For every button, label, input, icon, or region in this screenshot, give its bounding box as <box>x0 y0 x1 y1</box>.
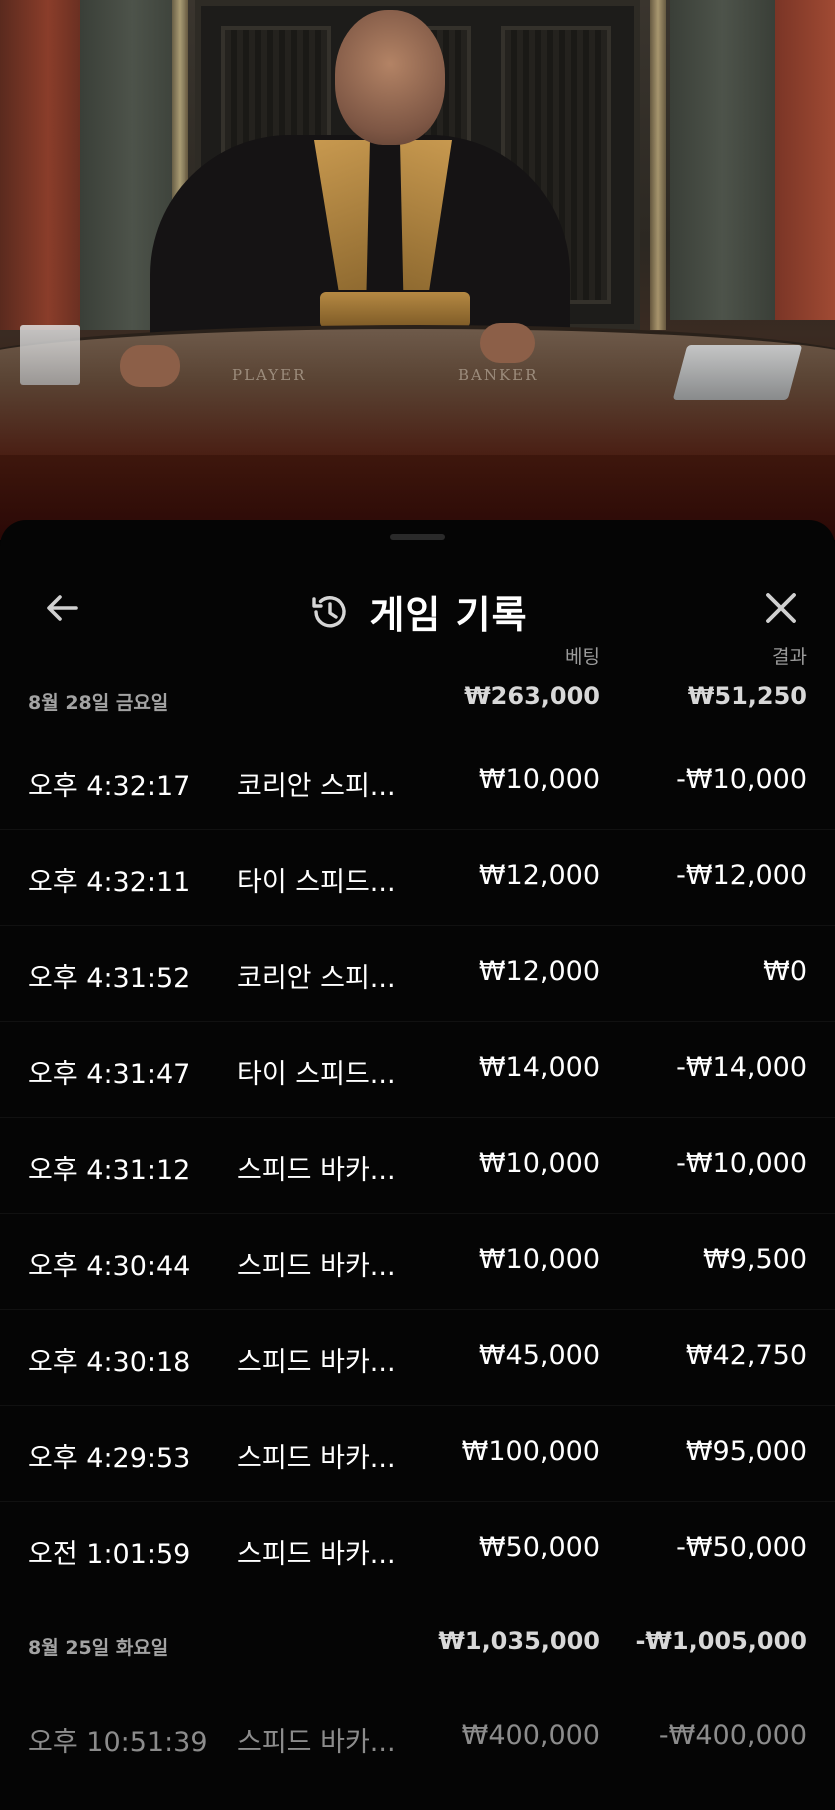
total-bet: ₩1,035,000 <box>438 1627 600 1655</box>
panel-right <box>670 0 775 320</box>
row-result: -₩10,000 <box>676 764 807 795</box>
live-video-feed: PLAYER BANKER <box>0 0 835 540</box>
history-row[interactable]: 오후 4:32:11 타이 스피드... ₩12,000 -₩12,000 <box>0 830 835 926</box>
row-time: 오전 1:01:59 <box>28 1539 191 1570</box>
pillar-right <box>650 0 666 330</box>
row-game: 코리안 스피... <box>237 963 396 994</box>
row-result: -₩12,000 <box>676 860 807 891</box>
row-result: -₩14,000 <box>676 1052 807 1083</box>
table-label-player: PLAYER <box>232 366 307 384</box>
total-result: ₩51,250 <box>687 682 807 710</box>
row-game: 스피드 바카... <box>237 1539 396 1570</box>
row-result: ₩42,750 <box>685 1340 807 1371</box>
wall-left <box>0 0 80 330</box>
sheet-grabber[interactable] <box>390 534 445 540</box>
wall-right <box>775 0 835 320</box>
row-time: 오후 4:32:11 <box>28 867 191 898</box>
row-result: ₩9,500 <box>703 1244 807 1275</box>
dealer-belt <box>320 292 470 328</box>
column-header-result: 결과 <box>772 646 807 668</box>
history-row[interactable]: 오후 4:30:44 스피드 바카... ₩10,000 ₩9,500 <box>0 1214 835 1310</box>
row-bet: ₩100,000 <box>461 1436 600 1467</box>
row-bet: ₩10,000 <box>478 764 600 795</box>
row-time: 오후 4:30:18 <box>28 1347 191 1378</box>
history-row[interactable]: 오후 4:32:17 코리안 스피... ₩10,000 -₩10,000 <box>0 734 835 830</box>
column-header-bet: 베팅 <box>565 646 600 668</box>
close-icon <box>766 593 796 623</box>
row-time: 오후 4:31:12 <box>28 1155 191 1186</box>
row-bet: ₩14,000 <box>478 1052 600 1083</box>
history-row[interactable]: 오후 4:31:12 스피드 바카... ₩10,000 -₩10,000 <box>0 1118 835 1214</box>
dealer-hand-right <box>480 323 535 363</box>
history-row[interactable]: 오후 4:30:18 스피드 바카... ₩45,000 ₩42,750 <box>0 1310 835 1406</box>
total-bet: ₩263,000 <box>464 682 600 710</box>
row-bet: ₩10,000 <box>478 1244 600 1275</box>
row-time: 오후 4:31:52 <box>28 963 191 994</box>
history-row[interactable]: 오후 4:31:52 코리안 스피... ₩12,000 ₩0 <box>0 926 835 1022</box>
sheet-title-group: 게임 기록 <box>0 584 835 639</box>
history-row[interactable]: 오후 10:51:39 스피드 바카... ₩400,000 -₩400,000 <box>0 1690 835 1786</box>
card-discard-tray <box>20 325 80 385</box>
row-bet: ₩45,000 <box>478 1340 600 1371</box>
dealer-head <box>335 10 445 145</box>
row-game: 스피드 바카... <box>237 1727 396 1758</box>
close-button[interactable] <box>749 576 813 640</box>
row-bet: ₩50,000 <box>478 1532 600 1563</box>
page-title: 게임 기록 <box>369 593 528 637</box>
game-history-sheet: 게임 기록 베팅 결과 8월 28일 금요일 ₩263,000 ₩51,250 … <box>0 520 835 1810</box>
dealer-hand-left <box>120 345 180 387</box>
date-label: 8월 25일 화요일 <box>28 1637 169 1659</box>
row-time: 오후 4:32:17 <box>28 771 191 802</box>
row-bet: ₩12,000 <box>478 956 600 987</box>
row-result: ₩95,000 <box>685 1436 807 1467</box>
row-time: 오후 10:51:39 <box>28 1727 208 1758</box>
row-bet: ₩12,000 <box>478 860 600 891</box>
row-game: 타이 스피드... <box>237 1059 396 1090</box>
row-result: -₩400,000 <box>658 1720 807 1751</box>
row-result: -₩10,000 <box>676 1148 807 1179</box>
row-time: 오후 4:30:44 <box>28 1251 191 1282</box>
row-game: 타이 스피드... <box>237 867 396 898</box>
history-row[interactable]: 오후 4:29:53 스피드 바카... ₩100,000 ₩95,000 <box>0 1406 835 1502</box>
sheet-header: 게임 기록 <box>0 558 835 658</box>
row-game: 스피드 바카... <box>237 1443 396 1474</box>
total-result: -₩1,005,000 <box>635 1627 807 1655</box>
row-result: ₩0 <box>763 956 807 987</box>
row-result: -₩50,000 <box>676 1532 807 1563</box>
row-game: 스피드 바카... <box>237 1347 396 1378</box>
history-clock-icon <box>307 590 351 634</box>
row-game: 코리안 스피... <box>237 771 396 802</box>
table-label-banker: BANKER <box>458 366 539 384</box>
history-row[interactable]: 오후 4:31:47 타이 스피드... ₩14,000 -₩14,000 <box>0 1022 835 1118</box>
date-label: 8월 28일 금요일 <box>28 692 169 714</box>
row-game: 스피드 바카... <box>237 1251 396 1282</box>
row-bet: ₩400,000 <box>461 1720 600 1751</box>
row-time: 오후 4:29:53 <box>28 1443 191 1474</box>
row-bet: ₩10,000 <box>478 1148 600 1179</box>
history-row[interactable]: 오전 1:01:59 스피드 바카... ₩50,000 -₩50,000 <box>0 1502 835 1598</box>
row-time: 오후 4:31:47 <box>28 1059 191 1090</box>
card-shoe <box>672 345 803 400</box>
row-game: 스피드 바카... <box>237 1155 396 1186</box>
